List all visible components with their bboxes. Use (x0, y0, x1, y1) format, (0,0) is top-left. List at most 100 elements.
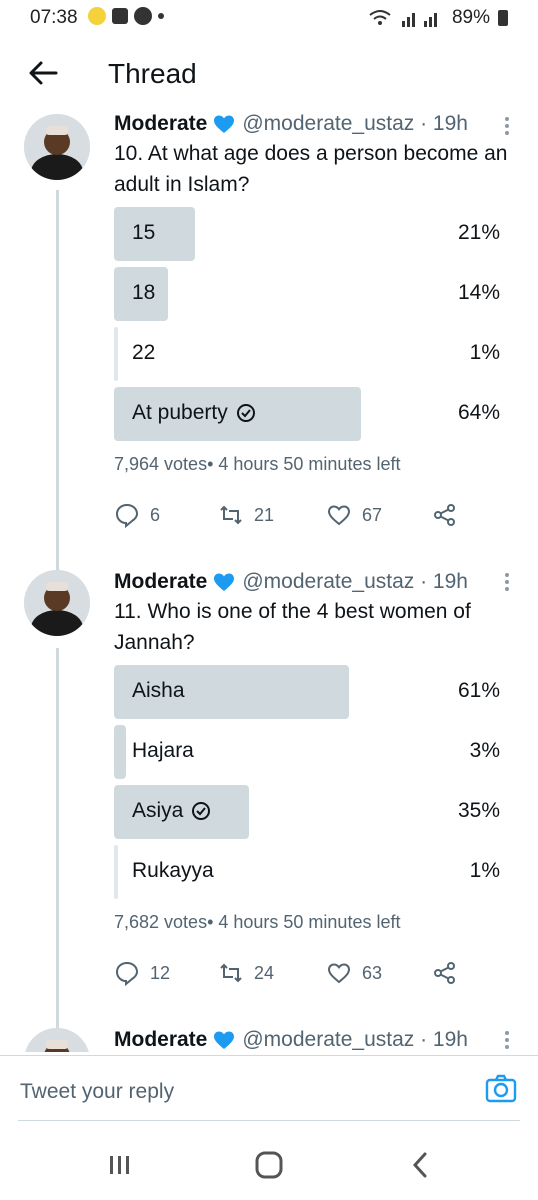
like-button[interactable]: 63 (326, 960, 382, 986)
more-options-icon[interactable] (504, 572, 510, 592)
reply-icon (115, 961, 139, 986)
poll-option-label: Hajara (132, 739, 194, 762)
dot-icon (158, 13, 164, 19)
page-title: Thread (108, 58, 197, 89)
avatar-image (24, 1028, 90, 1052)
back-arrow-icon[interactable] (26, 56, 60, 90)
poll-option: Hajara 3% (114, 725, 500, 779)
reply-button[interactable]: 12 (114, 960, 170, 986)
avatar-image (24, 570, 90, 636)
gallery-icon (112, 8, 128, 24)
poll-option: Aisha 61% (114, 665, 500, 719)
tweet-actions: 12 24 63 (114, 960, 474, 990)
like-button[interactable]: 67 (326, 502, 382, 528)
retweet-count: 21 (254, 504, 275, 525)
battery-icon (498, 10, 508, 26)
poll-option-percent: 1% (469, 859, 500, 882)
messenger-icon (134, 7, 152, 25)
signal-icon (401, 13, 437, 27)
battery-percent: 89% (451, 7, 490, 28)
author-name[interactable]: Moderate (114, 1028, 207, 1052)
author-handle[interactable]: @moderate_ustaz · 19h (242, 114, 468, 136)
avatar-image (24, 114, 90, 180)
poll-option-percent: 3% (469, 739, 500, 762)
reply-icon (115, 503, 139, 528)
author-handle[interactable]: @moderate_ustaz · 19h (242, 570, 468, 594)
camera-icon[interactable] (484, 1072, 518, 1106)
tweet-actions: 6 21 67 (114, 502, 474, 532)
reply-input[interactable]: Tweet your reply (20, 1080, 174, 1104)
share-icon (434, 504, 455, 526)
tweet-author-row: Moderate @moderate_ustaz · 19h (114, 1028, 468, 1052)
heart-icon (327, 505, 351, 526)
poll-meta: 7,964 votes• 4 hours 50 minutes left (114, 454, 401, 474)
retweet-icon (220, 963, 242, 983)
status-time: 07:38 (30, 7, 78, 28)
notification-icons (88, 7, 164, 25)
retweet-icon (220, 505, 242, 525)
share-icon (434, 962, 455, 984)
avatar[interactable] (24, 1028, 90, 1052)
reply-button[interactable]: 6 (114, 502, 160, 528)
like-count: 63 (362, 962, 383, 983)
tweet-author-row: Moderate @moderate_ustaz · 19h (114, 114, 468, 136)
thread-connector-line (56, 648, 59, 1052)
poll-option-label: 15 (132, 221, 156, 244)
poll-option-label: At puberty (132, 401, 228, 424)
status-bar: 07:38 89% (0, 0, 538, 36)
heart-icon (327, 963, 351, 984)
more-options-icon[interactable] (504, 1030, 510, 1050)
tweet-author-row: Moderate @moderate_ustaz · 19h (114, 570, 468, 594)
reply-count: 12 (150, 962, 171, 983)
poll-meta: 7,682 votes• 4 hours 50 minutes left (114, 912, 401, 932)
poll-option-percent: 21% (457, 221, 500, 244)
poll-option: Rukayya 1% (114, 845, 500, 899)
poll-option-label: Asiya (132, 799, 184, 822)
tweet-text: 11. Who is one of the 4 best women of Ja… (114, 600, 471, 654)
poll-option-label: 22 (132, 341, 156, 364)
poll-option: 22 1% (114, 327, 500, 381)
tweet-text: 10. At what age does a person become an … (114, 142, 508, 196)
poll-option-percent: 35% (457, 799, 500, 822)
selected-check-icon (192, 802, 211, 820)
author-name[interactable]: Moderate (114, 570, 207, 594)
more-options-icon[interactable] (504, 116, 510, 136)
poll-option: At puberty 64% (114, 387, 500, 441)
poll-option-label-row: At puberty (132, 401, 256, 425)
poll-option: 15 21% (114, 207, 500, 261)
author-handle[interactable]: @moderate_ustaz · 19h (242, 1028, 468, 1052)
wifi-icon (369, 10, 391, 25)
reply-count: 6 (150, 504, 161, 525)
thread-list[interactable]: Moderate @moderate_ustaz · 19h 10. At wh… (0, 114, 538, 1052)
system-nav-bar (0, 1130, 538, 1200)
poll-option-percent: 1% (469, 341, 500, 364)
back-nav-icon[interactable] (403, 1148, 439, 1182)
poll-option-label: 18 (132, 281, 156, 304)
poll: Aisha 61% Hajara 3% Asiya 35% Rukayya 1% (114, 665, 500, 905)
share-button[interactable] (432, 502, 458, 528)
poll: 15 21% 18 14% 22 1% At puberty 64% (114, 207, 500, 447)
home-icon[interactable] (251, 1148, 287, 1182)
author-name[interactable]: Moderate (114, 114, 207, 136)
poll-option-percent: 61% (457, 679, 500, 702)
poll-option-label: Rukayya (132, 859, 214, 882)
poll-option: 18 14% (114, 267, 500, 321)
avatar[interactable] (24, 570, 90, 636)
poll-bar (114, 845, 118, 899)
poll-option-percent: 64% (457, 401, 500, 424)
recent-apps-icon[interactable] (102, 1148, 138, 1182)
verified-heart-icon (214, 115, 235, 133)
poll-option: Asiya 35% (114, 785, 500, 839)
selected-check-icon (236, 404, 255, 422)
reply-underline (18, 1120, 520, 1121)
like-count: 67 (362, 504, 383, 525)
retweet-button[interactable]: 24 (218, 960, 274, 986)
poll-bar (114, 327, 118, 381)
retweet-count: 24 (254, 962, 275, 983)
share-button[interactable] (432, 960, 458, 986)
poll-option-label-row: Asiya (132, 799, 211, 823)
reply-bar: Tweet your reply (0, 1055, 538, 1122)
app-header: Thread (0, 42, 538, 112)
retweet-button[interactable]: 21 (218, 502, 274, 528)
avatar[interactable] (24, 114, 90, 180)
